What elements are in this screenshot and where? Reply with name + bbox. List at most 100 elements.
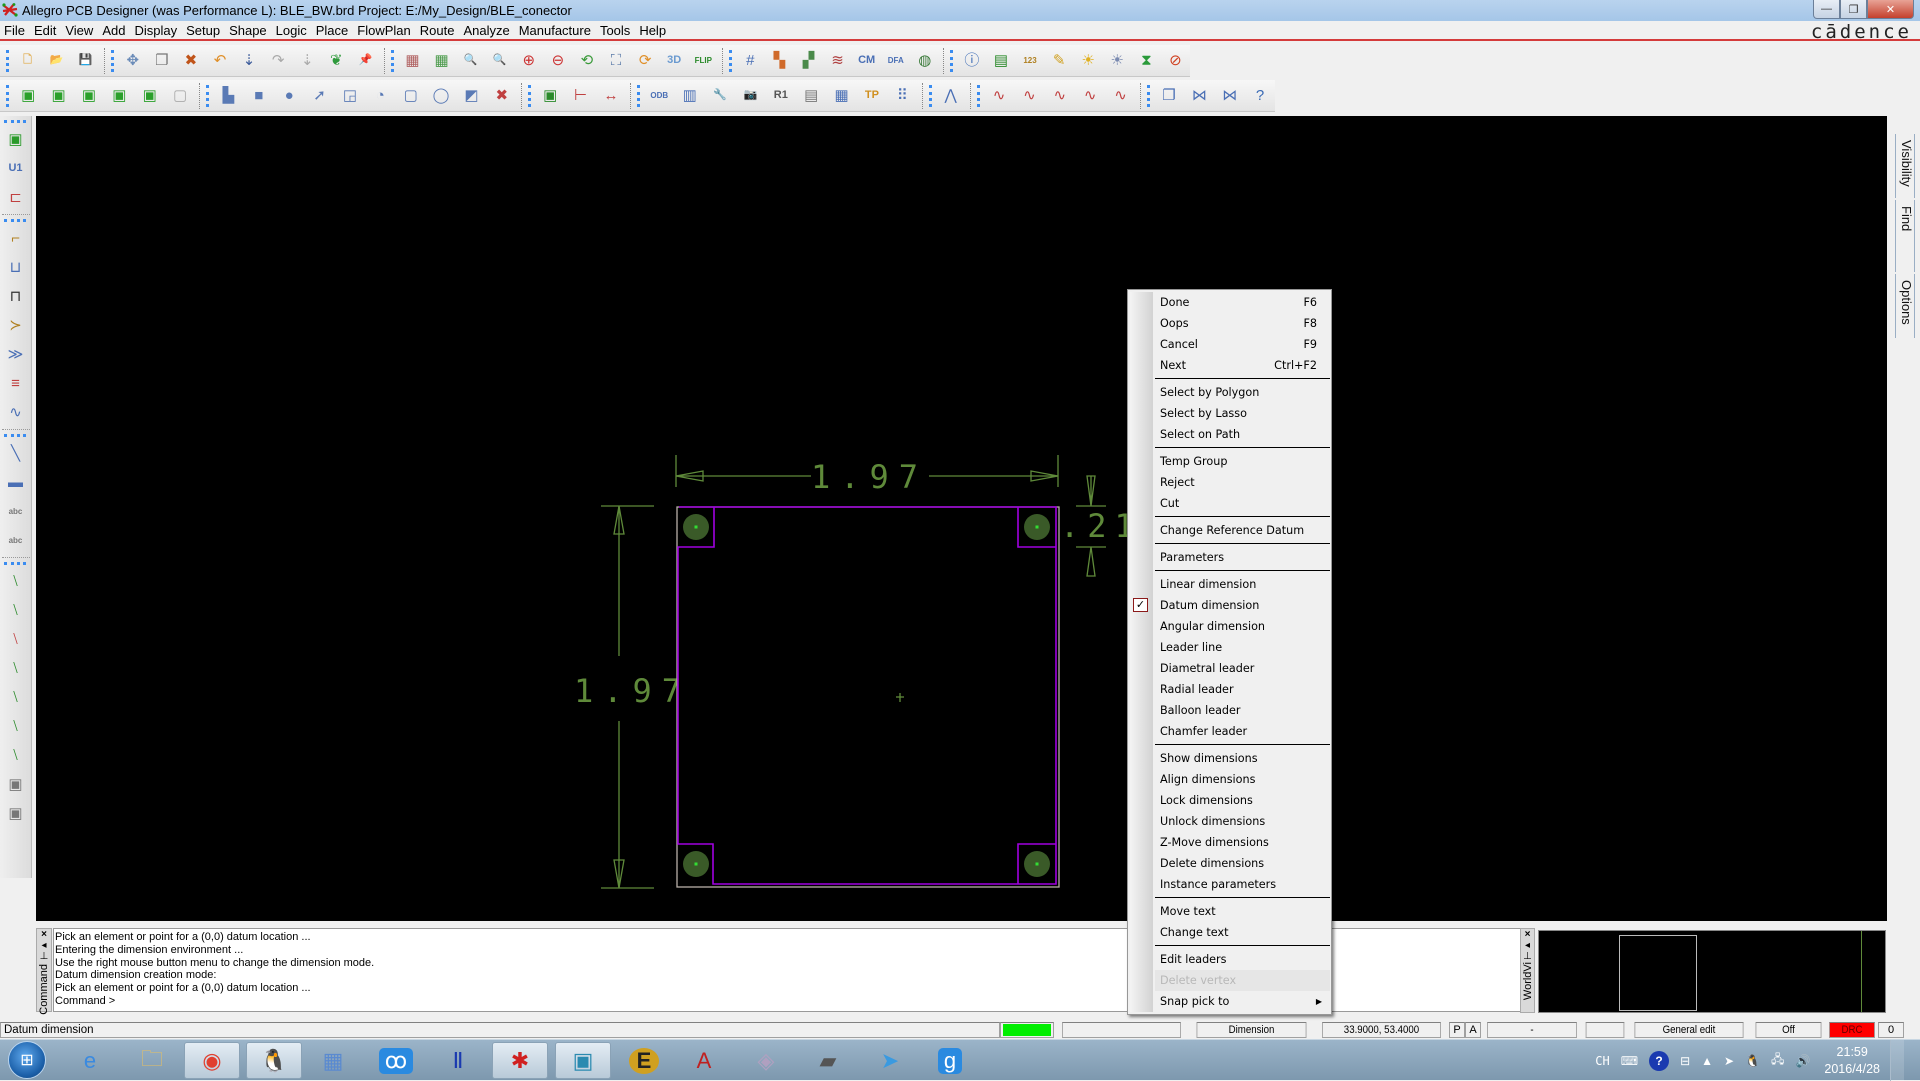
add-connect-button[interactable]: ≻ bbox=[3, 313, 28, 338]
toolbar-grip[interactable] bbox=[728, 49, 732, 72]
signal-model-button[interactable]: ∿ bbox=[1047, 83, 1072, 109]
menu-manufacture[interactable]: Manufacture bbox=[519, 23, 591, 38]
flip-board-button[interactable]: FLIP bbox=[691, 48, 715, 74]
menu-item-select-by-polygon[interactable]: Select by Polygon bbox=[1155, 382, 1330, 403]
network-icon[interactable]: 🖧 bbox=[1771, 1050, 1784, 1071]
menu-item-unlock-dimensions[interactable]: Unlock dimensions bbox=[1155, 811, 1330, 832]
tab-visibility[interactable]: Visibility bbox=[1895, 134, 1915, 198]
shape-polygon-button[interactable]: ▙ bbox=[216, 83, 241, 109]
zoom-in-button[interactable]: ⊕ bbox=[517, 48, 541, 74]
flow-split-button[interactable]: ⧵ bbox=[3, 685, 28, 710]
info-button[interactable]: ⓘ bbox=[960, 48, 984, 74]
leaf-button[interactable]: ❦ bbox=[324, 48, 348, 74]
world-view-viewport[interactable] bbox=[1619, 935, 1697, 1011]
taskbar-internet-explorer[interactable]: e bbox=[62, 1042, 118, 1079]
toolbar-grip[interactable] bbox=[4, 562, 26, 565]
menu-item-datum-dimension[interactable]: ✓ Datum dimension bbox=[1133, 595, 1330, 616]
menu-item-cut[interactable]: Cut bbox=[1155, 493, 1330, 514]
menu-item-cancel[interactable]: Cancel F9 bbox=[1155, 334, 1330, 355]
menu-item-next[interactable]: Next Ctrl+F2 bbox=[1155, 355, 1330, 376]
connect-button[interactable]: ⌐ bbox=[3, 226, 28, 251]
menu-edit[interactable]: Edit bbox=[34, 23, 56, 38]
redo-down-button[interactable]: ⇣ bbox=[295, 48, 319, 74]
close-icon[interactable]: × bbox=[41, 929, 47, 940]
redraw-button[interactable]: ⟳ bbox=[633, 48, 657, 74]
select-shape-button[interactable]: ➚ bbox=[307, 83, 332, 109]
flow-edit-props-button[interactable]: ⧵ bbox=[3, 656, 28, 681]
menu-item-align-dimensions[interactable]: Align dimensions bbox=[1155, 769, 1330, 790]
taskbar-acrobat[interactable]: A bbox=[676, 1042, 732, 1079]
status-edit-mode[interactable]: General edit bbox=[1634, 1022, 1744, 1038]
volume-icon[interactable]: 🔊 bbox=[1795, 1054, 1810, 1068]
bus-route-button[interactable]: ≡ bbox=[3, 371, 28, 396]
place-manual-button[interactable]: ▣ bbox=[3, 127, 28, 152]
place-component-button[interactable]: U1 bbox=[3, 156, 28, 181]
general-edit-button[interactable]: ▣ bbox=[76, 83, 101, 109]
pad[interactable] bbox=[683, 851, 709, 877]
disabled-mode-button[interactable]: ▢ bbox=[167, 83, 192, 109]
3d-view-button[interactable]: 3D bbox=[662, 48, 686, 74]
dehighlight-button[interactable]: ☀ bbox=[1105, 48, 1129, 74]
toolbar-grip[interactable] bbox=[928, 84, 932, 107]
toolbar-grip[interactable] bbox=[4, 219, 26, 222]
show-desktop-button[interactable] bbox=[1890, 1040, 1904, 1081]
edit-text-button[interactable]: abc bbox=[3, 528, 28, 553]
toolbar-grip[interactable] bbox=[637, 84, 641, 107]
merge-shapes-button[interactable]: ◩ bbox=[459, 83, 484, 109]
toolbar-grip[interactable] bbox=[4, 434, 26, 437]
ime-indicator[interactable]: CH bbox=[1595, 1054, 1609, 1068]
flow-delete-button[interactable]: ⧵ bbox=[3, 627, 28, 652]
close-button[interactable]: ✕ bbox=[1867, 0, 1914, 19]
design-canvas[interactable]: 1.97 1.97 .21 bbox=[36, 116, 1887, 921]
command-panel-handle[interactable]: × ◂ ⊥ Command bbox=[36, 928, 52, 1015]
menu-item-angular-dimension[interactable]: Angular dimension bbox=[1155, 616, 1330, 637]
visibility-button[interactable]: ▞ bbox=[796, 48, 820, 74]
testpoint-button[interactable]: TP bbox=[859, 83, 884, 109]
list-button[interactable]: ▤ bbox=[799, 83, 824, 109]
world-view-handle[interactable]: × ◂ ⊥ WorldVi bbox=[1520, 928, 1535, 1013]
placement-edit-button[interactable]: ▣ bbox=[46, 83, 71, 109]
add-line-button[interactable]: ╲ bbox=[3, 441, 28, 466]
phase-tune-button[interactable]: ∿ bbox=[3, 400, 28, 425]
ime-options-icon[interactable]: ⊟ bbox=[1680, 1054, 1690, 1068]
menu-flowplan[interactable]: FlowPlan bbox=[357, 23, 410, 38]
taskbar-altium[interactable]: Ⅱ bbox=[430, 1042, 486, 1079]
toolbar-grip[interactable] bbox=[390, 49, 394, 72]
tab-options[interactable]: Options bbox=[1895, 274, 1915, 338]
slide-button[interactable]: ⊔ bbox=[3, 255, 28, 280]
qq-tray-icon[interactable]: 🐧 bbox=[1745, 1054, 1760, 1068]
menu-item-temp-group[interactable]: Temp Group bbox=[1155, 451, 1330, 472]
menu-item-chamfer-leader[interactable]: Chamfer leader bbox=[1155, 721, 1330, 742]
signal-probe-button[interactable]: ∿ bbox=[1108, 83, 1133, 109]
menu-place[interactable]: Place bbox=[316, 23, 349, 38]
help-icon[interactable]: ? bbox=[1649, 1050, 1670, 1071]
tab-find[interactable]: Find bbox=[1895, 200, 1915, 272]
flow-component2-button[interactable]: ▣ bbox=[3, 801, 28, 826]
taskbar-allegro[interactable]: ✱ bbox=[492, 1042, 548, 1079]
taskbar-pad-designer[interactable]: ▣ bbox=[555, 1042, 611, 1079]
world-view-canvas[interactable] bbox=[1538, 930, 1886, 1013]
start-button[interactable]: ⊞ bbox=[8, 1041, 46, 1079]
unrats-button[interactable]: ▦ bbox=[400, 48, 424, 74]
menu-item-radial-leader[interactable]: Radial leader bbox=[1155, 679, 1330, 700]
restore-button[interactable]: ❐ bbox=[1840, 0, 1867, 19]
taskbar-app-blue[interactable]: g bbox=[922, 1042, 978, 1079]
array-button[interactable]: ⠿ bbox=[890, 83, 915, 109]
close-icon[interactable]: × bbox=[1525, 929, 1531, 940]
menu-item-diametral-leader[interactable]: Diametral leader bbox=[1155, 658, 1330, 679]
flow-component-button[interactable]: ▣ bbox=[3, 772, 28, 797]
dock-icon[interactable]: ⊥ bbox=[40, 951, 49, 962]
highlight-button[interactable]: ✎ bbox=[1047, 48, 1071, 74]
flow-plan-button[interactable]: ▣ bbox=[107, 83, 132, 109]
toolbar-grip[interactable] bbox=[4, 120, 26, 123]
toolbar-grip[interactable] bbox=[976, 84, 980, 107]
taskbar-telegram[interactable]: ➤ bbox=[862, 1042, 918, 1079]
pad[interactable] bbox=[1024, 851, 1050, 877]
pin-left-icon[interactable]: ◂ bbox=[41, 940, 46, 951]
signal-report-button[interactable]: ∿ bbox=[986, 83, 1011, 109]
drc-button[interactable]: ⊘ bbox=[1163, 48, 1187, 74]
manual-void-button[interactable]: ◲ bbox=[337, 83, 362, 109]
taskbar-ultraedit[interactable]: E bbox=[616, 1042, 672, 1079]
pad[interactable] bbox=[1024, 514, 1050, 540]
clock[interactable]: 21:59 2016/4/28 bbox=[1824, 1044, 1880, 1078]
